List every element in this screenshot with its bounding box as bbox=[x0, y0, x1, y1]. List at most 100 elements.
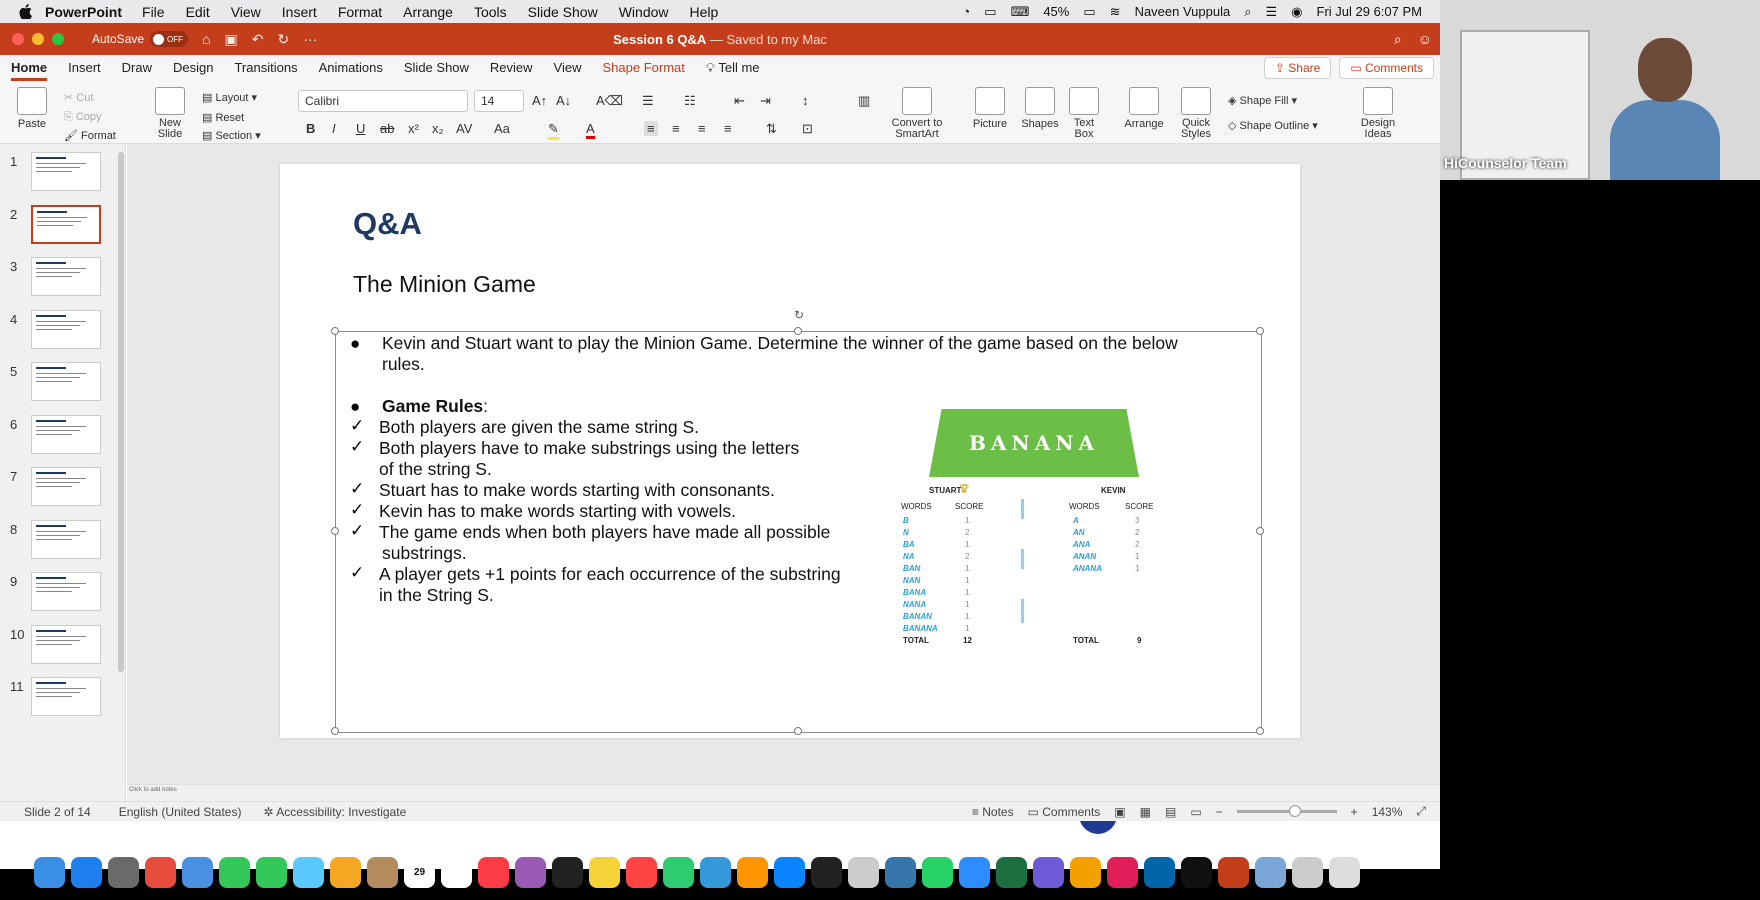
resize-handle[interactable] bbox=[794, 727, 802, 735]
section-button[interactable]: ▤ Section ▾ bbox=[202, 129, 261, 142]
resize-handle[interactable] bbox=[331, 327, 339, 335]
dock-photos-icon[interactable] bbox=[330, 856, 361, 888]
design-ideas-button[interactable]: Design Ideas bbox=[1356, 87, 1400, 140]
decrease-indent-icon[interactable]: ⇤ bbox=[734, 93, 745, 109]
align-right-icon[interactable]: ≡ bbox=[698, 121, 706, 136]
italic-icon[interactable]: I bbox=[332, 121, 336, 136]
tab-animations[interactable]: Animations bbox=[319, 55, 383, 81]
dock-contacts-icon[interactable] bbox=[367, 856, 398, 888]
resize-handle[interactable] bbox=[331, 727, 339, 735]
dock-maps-icon[interactable] bbox=[293, 856, 324, 888]
grow-font-icon[interactable]: A↑ bbox=[532, 93, 547, 108]
bullets-icon[interactable]: ☰ bbox=[642, 93, 654, 109]
dock-finder-icon[interactable] bbox=[34, 856, 65, 888]
more-icon[interactable]: ··· bbox=[303, 31, 317, 47]
tab-review[interactable]: Review bbox=[490, 55, 533, 81]
slide-thumbnail[interactable] bbox=[31, 519, 101, 559]
slide-thumbnail[interactable] bbox=[31, 152, 101, 191]
slide-thumbnail[interactable] bbox=[31, 257, 101, 296]
dock-keynote-icon[interactable] bbox=[700, 856, 731, 888]
align-text-icon[interactable]: ⊡ bbox=[802, 121, 813, 137]
slide-canvas[interactable]: Q&A The Minion Game ↻ ● Kevin and Stuart… bbox=[280, 164, 1300, 834]
cut-button[interactable]: ✂ Cut bbox=[64, 91, 93, 104]
increase-indent-icon[interactable]: ⇥ bbox=[760, 93, 771, 109]
feedback-icon[interactable]: ☺ bbox=[1418, 31, 1432, 48]
slide-thumbnail[interactable] bbox=[31, 677, 101, 716]
apple-icon[interactable] bbox=[19, 4, 33, 19]
slide-thumbnail[interactable] bbox=[31, 624, 101, 664]
dock-python-icon[interactable] bbox=[885, 856, 916, 888]
shapes-button[interactable]: Shapes bbox=[1018, 87, 1062, 130]
redo-icon[interactable]: ↻ bbox=[277, 31, 289, 48]
tab-shape-format[interactable]: Shape Format bbox=[603, 55, 685, 81]
sorter-view-icon[interactable]: ▦ bbox=[1140, 805, 1151, 819]
tab-slide-show[interactable]: Slide Show bbox=[404, 55, 469, 81]
search-icon[interactable]: ⌕ bbox=[1394, 31, 1402, 48]
dock-imovie-icon[interactable] bbox=[1033, 856, 1064, 888]
tab-insert[interactable]: Insert bbox=[68, 55, 101, 81]
menu-window[interactable]: Window bbox=[619, 4, 669, 20]
resize-handle[interactable] bbox=[1256, 527, 1264, 535]
thumbnail-scrollbar[interactable] bbox=[118, 152, 124, 672]
autosave-toggle[interactable]: OFF bbox=[150, 31, 189, 47]
menu-slide-show[interactable]: Slide Show bbox=[528, 4, 598, 20]
comments-button[interactable]: ▭ Comments bbox=[1339, 57, 1434, 79]
keyboard-icon[interactable]: ⌨ bbox=[1011, 4, 1030, 20]
dock-excel-icon[interactable] bbox=[996, 856, 1027, 888]
dock-numbers-icon[interactable] bbox=[663, 856, 694, 888]
tab-tell-me[interactable]: 💡︎ Tell me bbox=[706, 55, 760, 81]
dock-downloads-icon[interactable] bbox=[1292, 856, 1323, 888]
char-spacing-icon[interactable]: AV bbox=[456, 121, 472, 136]
dock-safari-icon[interactable] bbox=[71, 856, 102, 888]
dock-chrome-icon[interactable] bbox=[145, 856, 176, 888]
tab-home[interactable]: Home bbox=[11, 55, 48, 81]
zoom-slider[interactable] bbox=[1236, 805, 1337, 817]
columns-icon[interactable]: ▥ bbox=[858, 93, 870, 109]
dock-reminders-icon[interactable] bbox=[441, 856, 472, 888]
dock-pages-icon[interactable] bbox=[737, 856, 768, 888]
line-spacing-icon[interactable]: ↕ bbox=[802, 93, 809, 108]
normal-view-icon[interactable]: ▣ bbox=[1114, 805, 1125, 819]
reset-button[interactable]: ▤ Reset bbox=[202, 111, 244, 124]
dock-terminal-icon[interactable] bbox=[811, 856, 842, 888]
share-button[interactable]: ⇪ Share bbox=[1263, 57, 1332, 79]
app-name[interactable]: PowerPoint bbox=[45, 4, 122, 20]
slideshow-view-icon[interactable]: ▭ bbox=[1190, 805, 1201, 819]
zoom-out-icon[interactable]: − bbox=[1216, 805, 1223, 819]
notes-pane[interactable]: Click to add notes bbox=[127, 784, 1440, 801]
dock-vs-code-icon[interactable] bbox=[1144, 856, 1175, 888]
text-box-button[interactable]: Text Box bbox=[1068, 87, 1100, 140]
resize-handle[interactable] bbox=[1256, 727, 1264, 735]
dock-powerpoint-icon[interactable] bbox=[1218, 856, 1249, 888]
menu-view[interactable]: View bbox=[231, 4, 261, 20]
battery-level[interactable]: 45% bbox=[1043, 4, 1069, 19]
tab-transitions[interactable]: Transitions bbox=[234, 55, 297, 81]
timer-icon[interactable]: ◔ bbox=[962, 4, 970, 19]
slide-subtitle[interactable]: The Minion Game bbox=[353, 271, 536, 298]
menu-format[interactable]: Format bbox=[338, 4, 382, 20]
rotate-handle-icon[interactable]: ↻ bbox=[794, 308, 804, 322]
text-direction-icon[interactable]: ⇅ bbox=[766, 121, 777, 137]
language[interactable]: English (United States) bbox=[119, 805, 242, 819]
dock-activity-icon[interactable] bbox=[1181, 856, 1212, 888]
notes-button[interactable]: ≡ Notes bbox=[972, 805, 1014, 819]
dock-app-store-icon[interactable] bbox=[774, 856, 805, 888]
menu-edit[interactable]: Edit bbox=[186, 4, 210, 20]
picture-button[interactable]: Picture bbox=[968, 87, 1012, 130]
dock-calendar-icon[interactable]: 29 bbox=[404, 856, 435, 888]
zoom-in-icon[interactable]: + bbox=[1351, 805, 1358, 819]
highlight-icon[interactable]: ✎ bbox=[548, 121, 559, 140]
dock-zoom-icon[interactable] bbox=[959, 856, 990, 888]
dock-tv-icon[interactable] bbox=[552, 856, 583, 888]
user-name[interactable]: Naveen Vuppula bbox=[1135, 4, 1231, 19]
slide-title[interactable]: Q&A bbox=[353, 206, 422, 242]
underline-icon[interactable]: U bbox=[356, 121, 365, 136]
slide-thumbnail[interactable] bbox=[31, 309, 101, 349]
fit-slide-icon[interactable]: ⤢ bbox=[1416, 804, 1426, 819]
dock-notes-icon[interactable] bbox=[589, 856, 620, 888]
menu-help[interactable]: Help bbox=[690, 4, 719, 20]
siri-icon[interactable]: ◉ bbox=[1291, 4, 1302, 20]
slide-thumbnail[interactable] bbox=[31, 204, 101, 244]
menu-arrange[interactable]: Arrange bbox=[403, 4, 453, 20]
quick-styles-button[interactable]: Quick Styles bbox=[1174, 87, 1218, 140]
